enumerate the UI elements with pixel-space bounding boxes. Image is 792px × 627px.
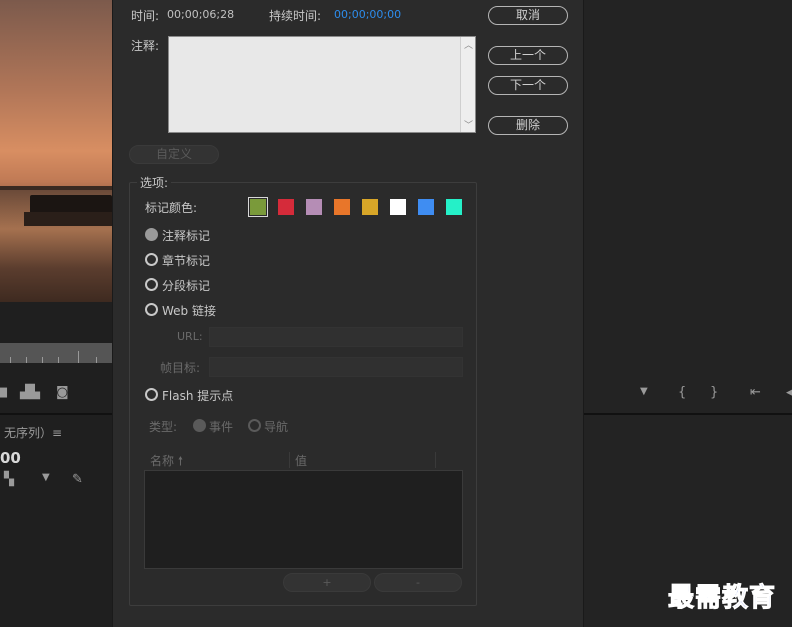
ruler-tick <box>42 357 43 363</box>
navigation-radio[interactable] <box>248 419 261 432</box>
cancel-button[interactable]: 取消 <box>488 6 568 25</box>
comment-field[interactable]: ︿ ﹀ <box>168 36 476 133</box>
previous-button[interactable]: 上一个 <box>488 46 568 65</box>
flash-cue-label[interactable]: Flash 提示点 <box>162 387 233 404</box>
sequence-tab-label[interactable]: 无序列）≡ <box>4 424 62 441</box>
video-preview <box>0 0 112 302</box>
next-button[interactable]: 下一个 <box>488 76 568 95</box>
marker-color-label: 标记颜色: <box>145 201 198 215</box>
event-label[interactable]: 事件 <box>209 418 233 435</box>
add-marker-icon[interactable]: ▼ <box>640 386 648 397</box>
options-title: 选项: <box>137 174 172 191</box>
segment-marker-label[interactable]: 分段标记 <box>162 277 210 294</box>
program-toolbar: ▼ { } ⇤ ◂ <box>584 385 792 403</box>
ruler-tick <box>10 357 11 363</box>
panel-divider <box>0 413 112 415</box>
monitor-toolbar: ■ ▟▙ ◙ <box>0 385 112 403</box>
chapter-marker-label[interactable]: 章节标记 <box>162 252 210 269</box>
column-separator <box>289 452 290 468</box>
remove-cue-button[interactable]: - <box>374 573 462 592</box>
video-boat-hull <box>24 212 112 226</box>
web-link-radio[interactable] <box>145 303 158 316</box>
source-panel <box>584 0 792 627</box>
marker-icon[interactable]: ▼ <box>42 472 50 483</box>
comment-marker-label[interactable]: 注释标记 <box>162 227 210 244</box>
ruler-tick <box>96 357 97 363</box>
marker-color-swatch[interactable] <box>390 199 406 215</box>
type-label: 类型: <box>149 420 178 434</box>
marker-color-swatch[interactable] <box>306 199 322 215</box>
event-radio[interactable] <box>193 419 206 432</box>
url-input[interactable] <box>209 327 463 347</box>
marker-color-swatch[interactable] <box>418 199 434 215</box>
custom-button[interactable]: 自定义 <box>129 145 219 164</box>
comment-scrollbar[interactable]: ︿ ﹀ <box>460 37 475 132</box>
name-column-text: 名称 <box>150 454 175 468</box>
go-to-in-icon[interactable]: ⇤ <box>750 385 761 400</box>
comment-textarea[interactable] <box>169 37 461 132</box>
program-monitor-panel: ■ ▟▙ ◙ 无序列）≡ 00 ▚ ▼ ✎ <box>0 0 112 627</box>
time-value[interactable]: 00;00;06;28 <box>167 8 234 21</box>
add-cue-button[interactable]: + <box>283 573 371 592</box>
panel-divider <box>584 413 792 415</box>
cue-point-table[interactable] <box>144 470 463 569</box>
step-back-icon[interactable]: ◂ <box>786 385 792 400</box>
marker-dialog: 时间: 00;00;06;28 持续时间: 00;00;00;00 注释: ︿ … <box>112 0 584 627</box>
comment-marker-radio[interactable] <box>145 228 158 241</box>
snap-icon[interactable]: ▚ <box>4 472 14 487</box>
chapter-marker-radio[interactable] <box>145 253 158 266</box>
timeline-tools: ▚ ▼ ✎ <box>0 472 112 490</box>
camera-icon[interactable]: ◙ <box>56 385 69 400</box>
scroll-up-icon[interactable]: ︿ <box>464 38 473 51</box>
timeline-timecode: 00 <box>0 449 21 467</box>
duration-value[interactable]: 00;00;00;00 <box>334 8 401 21</box>
scroll-down-icon[interactable]: ﹀ <box>464 118 473 131</box>
comment-label: 注释: <box>131 39 160 53</box>
url-label: URL: <box>177 330 203 343</box>
ruler-tick-major <box>78 351 79 363</box>
sort-asc-icon: 🠕 <box>177 454 183 468</box>
web-link-label[interactable]: Web 链接 <box>162 302 216 319</box>
mark-out-icon[interactable]: } <box>710 385 718 400</box>
frame-target-input[interactable] <box>209 357 463 377</box>
delete-button[interactable]: 删除 <box>488 116 568 135</box>
time-ruler[interactable] <box>0 343 112 363</box>
column-separator <box>435 452 436 468</box>
marker-color-swatch[interactable] <box>446 199 462 215</box>
step-icon[interactable]: ■ <box>0 385 8 400</box>
frame-target-label: 帧目标: <box>160 361 201 375</box>
ruler-tick <box>26 357 27 363</box>
ruler-tick <box>58 357 59 363</box>
watermark-logo: 最需教育 <box>667 583 777 614</box>
export-frame-icon[interactable]: ▟▙ <box>20 385 40 400</box>
navigation-label[interactable]: 导航 <box>264 418 288 435</box>
segment-marker-radio[interactable] <box>145 278 158 291</box>
flash-cue-radio[interactable] <box>145 388 158 401</box>
wrench-icon[interactable]: ✎ <box>72 472 83 487</box>
marker-color-swatch[interactable] <box>248 197 268 217</box>
value-column-header[interactable]: 值 <box>295 452 307 469</box>
marker-color-swatch[interactable] <box>278 199 294 215</box>
marker-color-swatch[interactable] <box>362 199 378 215</box>
duration-label: 持续时间: <box>269 9 322 23</box>
time-label: 时间: <box>131 9 160 23</box>
marker-color-swatch[interactable] <box>334 199 350 215</box>
mark-in-icon[interactable]: { <box>678 385 686 400</box>
